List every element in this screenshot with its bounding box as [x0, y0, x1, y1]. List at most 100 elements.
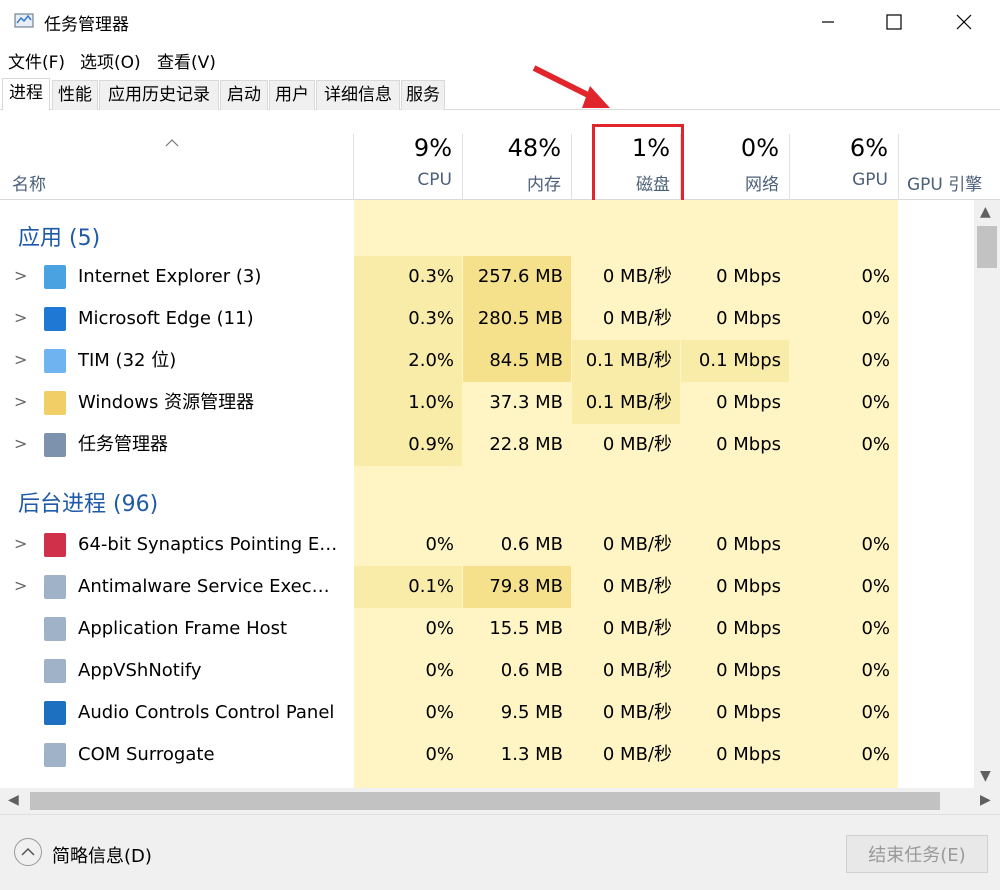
network-total-percent[interactable]: 0%: [681, 134, 779, 162]
audio-icon: [44, 701, 66, 725]
cpu-total-percent[interactable]: 9%: [354, 134, 452, 162]
process-name[interactable]: AppVShNotify: [78, 650, 340, 692]
com-icon: [44, 743, 66, 767]
chevron-right-icon[interactable]: >: [14, 434, 27, 453]
process-name[interactable]: TIM (32 位): [78, 340, 340, 382]
cpu-cell: 0.3%: [408, 308, 454, 329]
disk-cell: 0 MB/秒: [602, 434, 672, 455]
disk-cell: 0 MB/秒: [602, 660, 672, 681]
group-title-background[interactable]: 后台进程 (96): [18, 486, 158, 518]
close-button[interactable]: [932, 0, 996, 44]
gpu-cell: 0%: [861, 660, 890, 681]
gpu-cell: 0%: [861, 576, 890, 597]
tab-app-history[interactable]: 应用历史记录: [99, 80, 219, 110]
cpu-cell: 1.0%: [408, 392, 454, 413]
gpu-total-percent[interactable]: 6%: [790, 134, 888, 162]
heat-cell: [354, 210, 898, 258]
cpu-cell: 0%: [425, 660, 454, 681]
network-cell: 0 Mbps: [716, 308, 781, 329]
gpu-cell: 0%: [861, 266, 890, 287]
memory-cell: 280.5 MB: [477, 308, 563, 329]
chevron-right-icon[interactable]: >: [14, 350, 27, 369]
chevron-right-icon[interactable]: >: [14, 392, 27, 411]
cpu-cell: 0.3%: [408, 266, 454, 287]
menu-view[interactable]: 查看(V): [157, 48, 216, 73]
cpu-cell: 0%: [425, 744, 454, 765]
network-cell: 0 Mbps: [716, 434, 781, 455]
tab-services[interactable]: 服务: [401, 80, 445, 110]
service-icon: [44, 575, 66, 599]
column-name-header[interactable]: 名称: [12, 170, 46, 195]
scroll-down-icon[interactable]: ▼: [980, 768, 991, 784]
menu-bar: 文件(F) 选项(O) 查看(V): [0, 44, 1000, 74]
memory-cell: 84.5 MB: [489, 350, 563, 371]
disk-cell: 0 MB/秒: [602, 534, 672, 555]
vertical-scrollbar[interactable]: [974, 200, 1000, 788]
process-name[interactable]: Application Frame Host: [78, 608, 340, 650]
network-cell: 0.1 Mbps: [698, 350, 781, 371]
close-icon: [956, 14, 972, 30]
gpu-cell: 0%: [861, 308, 890, 329]
gpu-cell: 0%: [861, 434, 890, 455]
process-name[interactable]: Microsoft Edge (11): [78, 298, 340, 340]
process-name[interactable]: 任务管理器: [78, 424, 340, 466]
minimize-button[interactable]: [796, 0, 860, 44]
process-name[interactable]: 64-bit Synaptics Pointing En...: [78, 524, 340, 566]
ie-icon: [44, 265, 66, 289]
cpu-cell: 0.1%: [408, 576, 454, 597]
tab-performance[interactable]: 性能: [52, 80, 98, 110]
gpu-cell: 0%: [861, 350, 890, 371]
chevron-right-icon[interactable]: >: [14, 308, 27, 327]
group-title-apps[interactable]: 应用 (5): [18, 220, 100, 252]
gpu-cell: 0%: [861, 618, 890, 639]
cpu-column-header[interactable]: CPU: [354, 170, 452, 190]
cpu-cell: 0%: [425, 534, 454, 555]
gpu-column-header[interactable]: GPU: [790, 170, 888, 190]
menu-file[interactable]: 文件(F): [8, 48, 65, 73]
network-cell: 0 Mbps: [716, 618, 781, 639]
edge-icon: [44, 307, 66, 331]
tab-users[interactable]: 用户: [269, 80, 315, 110]
horizontal-scroll-thumb[interactable]: [30, 792, 940, 810]
tab-processes[interactable]: 进程: [2, 78, 50, 111]
task-manager-icon: [14, 13, 34, 28]
sort-ascending-icon[interactable]: [164, 138, 180, 148]
vertical-scroll-thumb[interactable]: [977, 226, 997, 268]
disk-cell: 0 MB/秒: [602, 618, 672, 639]
process-name[interactable]: Audio Controls Control Panel: [78, 692, 340, 734]
scroll-right-icon[interactable]: ▶: [980, 792, 991, 808]
end-task-button[interactable]: 结束任务(E): [846, 835, 988, 873]
scroll-up-icon[interactable]: ▲: [980, 204, 991, 220]
network-column-header[interactable]: 网络: [681, 170, 779, 195]
memory-cell: 1.3 MB: [500, 744, 563, 765]
tab-startup[interactable]: 启动: [220, 80, 268, 110]
network-cell: 0 Mbps: [716, 266, 781, 287]
gpu-cell: 0%: [861, 702, 890, 723]
chevron-right-icon[interactable]: >: [14, 576, 27, 595]
process-name[interactable]: Antimalware Service Executa...: [78, 566, 340, 608]
chevron-right-icon[interactable]: >: [14, 266, 27, 285]
memory-column-header[interactable]: 内存: [463, 170, 561, 195]
memory-cell: 0.6 MB: [500, 660, 563, 681]
menu-options[interactable]: 选项(O): [80, 48, 141, 73]
fewer-details-link[interactable]: 简略信息(D): [52, 842, 152, 868]
disk-highlight-box: [592, 124, 684, 208]
process-name[interactable]: COM Surrogate: [78, 734, 340, 776]
maximize-button[interactable]: [862, 0, 926, 44]
scroll-left-icon[interactable]: ◀: [8, 792, 19, 808]
process-name[interactable]: Windows 资源管理器: [78, 382, 340, 424]
memory-cell: 257.6 MB: [477, 266, 563, 287]
process-name[interactable]: Internet Explorer (3): [78, 256, 340, 298]
heat-cell: [354, 476, 898, 524]
chevron-right-icon[interactable]: >: [14, 534, 27, 553]
memory-total-percent[interactable]: 48%: [463, 134, 561, 162]
network-cell: 0 Mbps: [716, 534, 781, 555]
collapse-details-button[interactable]: [14, 838, 42, 866]
tab-details[interactable]: 详细信息: [316, 80, 400, 110]
cpu-cell: 0%: [425, 618, 454, 639]
gpu-engine-column-header[interactable]: GPU 引擎: [899, 170, 991, 195]
disk-cell: 0 MB/秒: [602, 308, 672, 329]
memory-cell: 15.5 MB: [489, 618, 563, 639]
disk-cell: 0 MB/秒: [602, 702, 672, 723]
memory-cell: 9.5 MB: [500, 702, 563, 723]
